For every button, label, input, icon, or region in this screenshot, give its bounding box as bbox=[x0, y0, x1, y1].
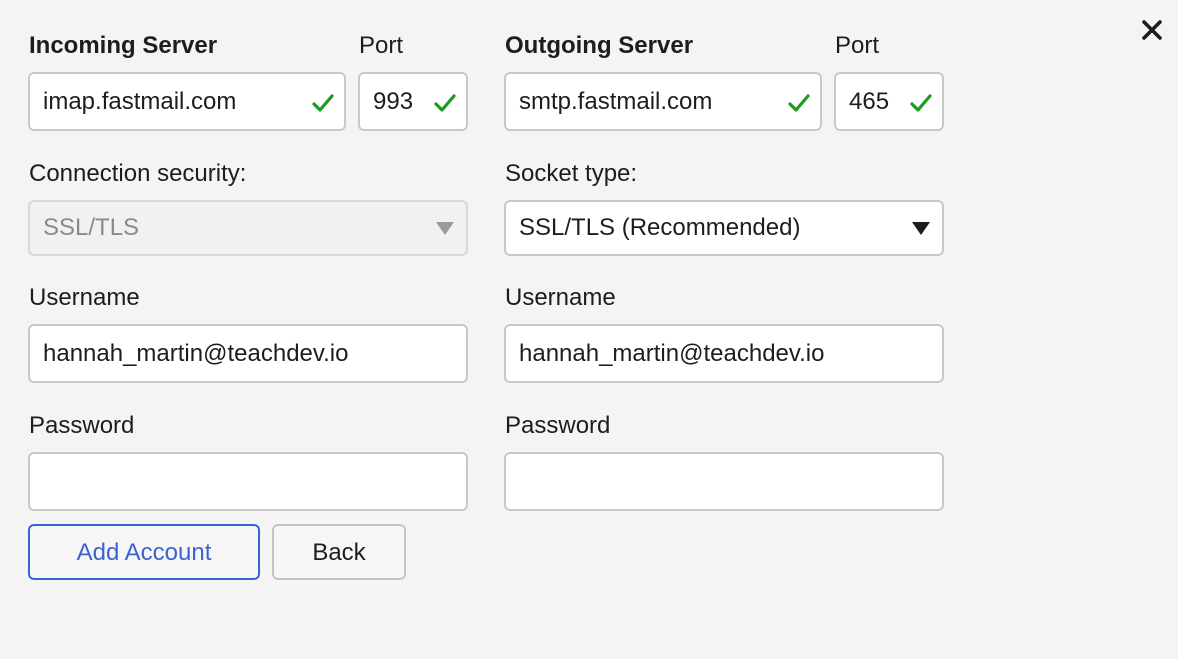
dropdown-arrow-icon bbox=[912, 222, 930, 235]
outgoing-username-value: hannah_martin@teachdev.io bbox=[519, 340, 825, 367]
socket-type-value: SSL/TLS (Recommended) bbox=[519, 214, 801, 241]
close-button[interactable] bbox=[1141, 19, 1163, 41]
incoming-server-label: Incoming Server bbox=[29, 32, 218, 59]
outgoing-server-input[interactable]: smtp.fastmail.com bbox=[504, 72, 822, 131]
outgoing-password-input[interactable] bbox=[504, 452, 944, 511]
checkmark-icon bbox=[788, 94, 810, 112]
dropdown-arrow-icon bbox=[436, 222, 454, 235]
checkmark-icon bbox=[312, 94, 334, 112]
close-icon bbox=[1142, 20, 1162, 40]
checkmark-icon bbox=[434, 94, 456, 112]
outgoing-server-value: smtp.fastmail.com bbox=[519, 88, 713, 115]
incoming-port-input[interactable]: 993 bbox=[358, 72, 468, 131]
incoming-port-label: Port bbox=[359, 32, 404, 59]
outgoing-password-label: Password bbox=[505, 412, 611, 439]
connection-security-label: Connection security: bbox=[29, 160, 247, 187]
incoming-username-value: hannah_martin@teachdev.io bbox=[43, 340, 349, 367]
back-button[interactable]: Back bbox=[272, 524, 406, 580]
outgoing-port-label: Port bbox=[835, 32, 880, 59]
incoming-server-value: imap.fastmail.com bbox=[43, 88, 237, 115]
outgoing-username-input[interactable]: hannah_martin@teachdev.io bbox=[504, 324, 944, 383]
outgoing-port-value: 465 bbox=[849, 88, 890, 115]
incoming-port-value: 993 bbox=[373, 88, 414, 115]
incoming-username-input[interactable]: hannah_martin@teachdev.io bbox=[28, 324, 468, 383]
socket-type-select[interactable]: SSL/TLS (Recommended) bbox=[504, 200, 944, 256]
outgoing-server-label: Outgoing Server bbox=[505, 32, 694, 59]
outgoing-port-input[interactable]: 465 bbox=[834, 72, 944, 131]
connection-security-value: SSL/TLS bbox=[43, 214, 140, 241]
add-account-button[interactable]: Add Account bbox=[28, 524, 260, 580]
incoming-password-label: Password bbox=[29, 412, 135, 439]
outgoing-username-label: Username bbox=[505, 284, 616, 311]
socket-type-label: Socket type: bbox=[505, 160, 638, 187]
connection-security-select: SSL/TLS bbox=[28, 200, 468, 256]
checkmark-icon bbox=[910, 94, 932, 112]
incoming-server-input[interactable]: imap.fastmail.com bbox=[28, 72, 346, 131]
incoming-username-label: Username bbox=[29, 284, 140, 311]
incoming-password-input[interactable] bbox=[28, 452, 468, 511]
